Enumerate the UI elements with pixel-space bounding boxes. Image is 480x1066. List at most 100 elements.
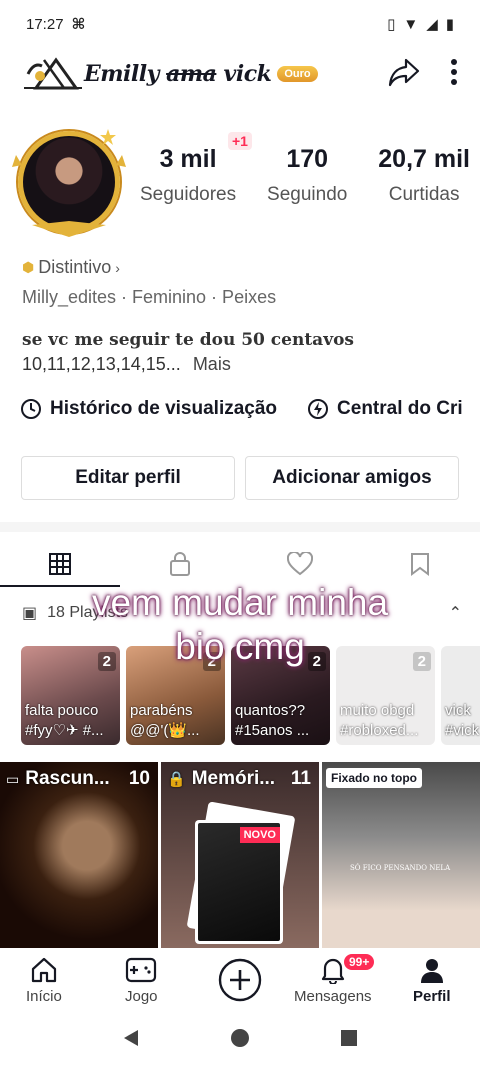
tab-saved[interactable] — [360, 540, 480, 588]
status-time: 17:27 — [26, 15, 64, 33]
playlist-title: parabéns — [130, 702, 193, 719]
playlist-tag: #15anos ... — [235, 722, 310, 739]
drafts-count: 10 — [128, 768, 150, 789]
nav-home[interactable]: Início — [26, 956, 62, 1005]
recents-icon[interactable] — [340, 1029, 358, 1052]
capcut-icon: ⌘ — [71, 16, 86, 33]
system-nav — [0, 1014, 480, 1066]
bio-line-1: se vc me seguir te dou 50 centavos — [22, 330, 354, 350]
playlist-title: muito obgd — [340, 702, 415, 719]
pinned-caption: SÓ FICO PENSANDO NELA — [350, 864, 451, 872]
messages-badge: 99+ — [342, 952, 377, 972]
section-divider — [0, 522, 480, 532]
bio-line-2: 10,11,12,13,14,15... — [22, 354, 181, 374]
lightning-icon — [308, 399, 329, 419]
nav-profile[interactable]: Perfil — [413, 956, 451, 1005]
tab-liked[interactable] — [240, 540, 360, 588]
pinned-video-cell[interactable]: Fixado no topo SÓ FICO PENSANDO NELA — [322, 762, 480, 948]
lock-icon — [170, 552, 190, 576]
wifi-icon: ▼ — [403, 15, 419, 33]
memories-count: 11 — [290, 768, 311, 789]
overlay-caption-line1: vem mudar minha — [91, 582, 389, 623]
stat-followers[interactable]: 3 mil Seguidores — [140, 145, 236, 206]
content-tabs — [0, 540, 480, 588]
person-icon — [420, 959, 443, 983]
nav-home-label: Início — [26, 988, 62, 1005]
drafts-cell[interactable]: ▭ Rascun... 10 — [0, 762, 158, 948]
shortcuts-row: Histórico de visualização Central do Cri — [20, 398, 463, 420]
stat-value: 20,7 mil — [378, 145, 470, 173]
home-icon — [31, 957, 57, 983]
stat-following[interactable]: 170 Seguindo — [267, 145, 347, 206]
chevron-right-icon: › — [115, 259, 120, 276]
memories-label: 🔒 Memóri... — [167, 768, 275, 790]
back-icon[interactable] — [122, 1028, 140, 1053]
new-badge: NOVO — [239, 827, 280, 843]
add-friends-button[interactable]: Adicionar amigos — [245, 456, 459, 500]
stat-likes[interactable]: 20,7 mil Curtidas — [378, 145, 470, 206]
nav-games[interactable]: Jogo — [125, 956, 158, 1005]
overlay-caption-line2: bio cmg — [175, 626, 305, 667]
username-strike: ama — [166, 61, 217, 87]
playlist-title: vick — [445, 702, 471, 719]
badge-shield-icon: ⬢ — [22, 259, 35, 275]
username: Emilly ama vick — [84, 61, 272, 87]
drafts-text: Rascun... — [25, 768, 110, 789]
gamepad-icon — [126, 957, 157, 983]
bio-more-link[interactable]: Mais — [193, 354, 231, 374]
playlist-tag: #robloxed... — [340, 722, 419, 739]
memories-photo: NOVO — [195, 820, 283, 944]
more-icon[interactable] — [450, 58, 458, 91]
status-bar: 17:27 ⌘ ▯ ▼ ◢ ▮ — [0, 0, 480, 48]
history-label: Histórico de visualização — [50, 398, 278, 419]
lock-icon: 🔒 — [167, 771, 186, 788]
stats-row: 3 mil Seguidores 170 Seguindo 20,7 mil C… — [140, 145, 470, 206]
avatar-frame-icon — [12, 129, 126, 237]
stat-label: Seguidores — [140, 184, 237, 205]
create-button[interactable] — [218, 958, 262, 1002]
drafts-icon: ▭ — [6, 770, 20, 787]
home-circle-icon[interactable] — [230, 1028, 250, 1053]
creator-center-shortcut[interactable]: Central do Cri — [307, 398, 463, 420]
bookmark-icon — [411, 553, 429, 576]
nav-profile-label: Perfil — [413, 988, 451, 1005]
edit-profile-button[interactable]: Editar perfil — [21, 456, 235, 500]
bottom-nav: Início Jogo 99+ Mensagens Perfil — [0, 948, 480, 1014]
heart-icon — [287, 552, 313, 576]
nav-messages-label: Mensagens — [294, 988, 372, 1005]
name-logo-icon — [22, 54, 84, 94]
creator-center-label: Central do Cri — [337, 398, 463, 419]
playlist-title: falta pouco — [25, 702, 99, 719]
tier-badge[interactable]: Ouro — [277, 66, 318, 82]
memories-text: Memóri... — [191, 768, 276, 789]
stat-value: 170 — [286, 145, 329, 173]
battery-icon: ▮ — [445, 16, 454, 33]
stat-label: Curtidas — [388, 184, 460, 205]
distintivo-label: Distintivo — [38, 257, 112, 277]
history-shortcut[interactable]: Histórico de visualização — [20, 398, 277, 420]
playlist-tag: #vick — [445, 722, 480, 739]
nav-messages[interactable]: 99+ Mensagens — [294, 952, 377, 1005]
status-icons: ▯ ▼ ◢ ▮ — [387, 15, 454, 34]
stat-label: Seguindo — [267, 184, 348, 205]
clock-icon — [21, 399, 41, 419]
memories-cell[interactable]: 🔒 Memóri... 11 NOVO — [161, 762, 319, 948]
avatar[interactable] — [12, 125, 126, 239]
plus-icon — [218, 958, 262, 1002]
playlist-title: quantos?? — [235, 702, 306, 719]
stat-value: 3 mil — [159, 145, 217, 173]
vibrate-icon: ▯ — [387, 16, 396, 33]
distintivo-link[interactable]: ⬢ Distintivo › — [22, 257, 120, 278]
username-part1: Emilly — [84, 61, 159, 87]
pinned-badge: Fixado no topo — [326, 768, 422, 788]
grid-icon — [49, 553, 71, 575]
share-icon[interactable] — [388, 57, 420, 92]
drafts-label: ▭ Rascun... — [6, 768, 110, 790]
bio[interactable]: se vc me seguir te dou 50 centavos 10,11… — [22, 328, 354, 376]
nav-games-label: Jogo — [125, 988, 158, 1005]
header-actions — [388, 57, 458, 92]
tab-videos[interactable] — [0, 540, 120, 588]
username-part2: vick — [223, 61, 272, 87]
profile-meta: Milly_edites · Feminino · Peixes — [22, 287, 277, 307]
tab-private[interactable] — [120, 540, 240, 588]
